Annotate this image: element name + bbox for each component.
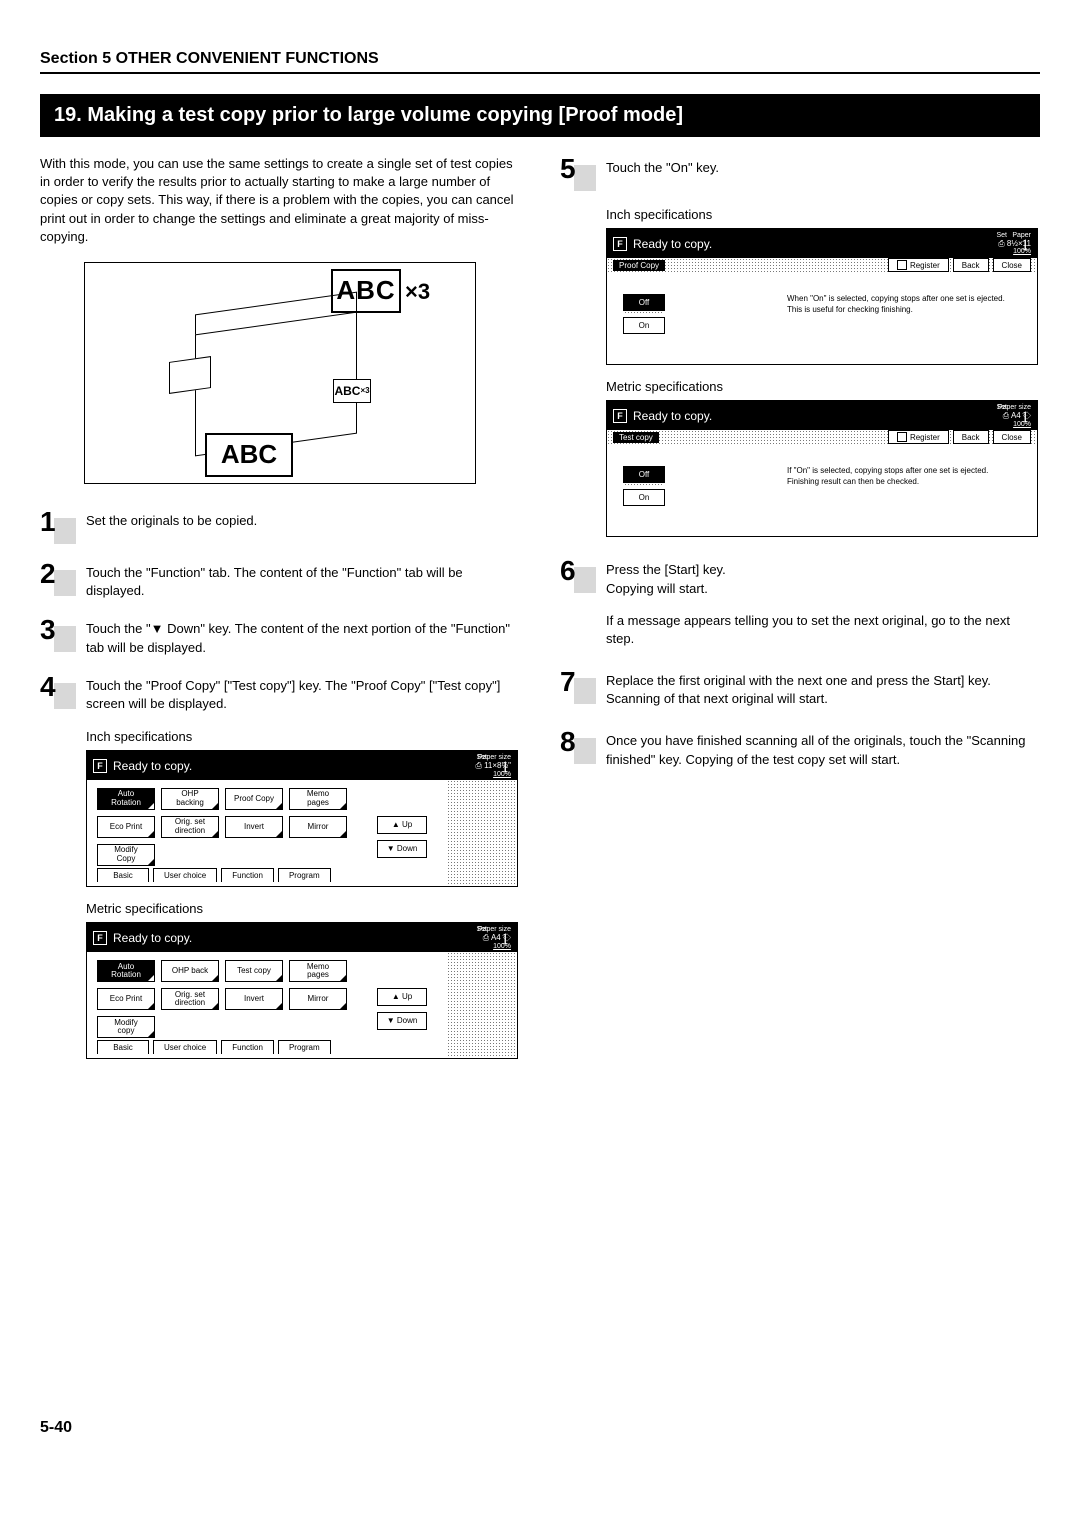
step-3-text: Touch the "▼ Down" key. The content of t… [86, 616, 520, 656]
set-label: Set [476, 926, 487, 933]
step-8-text: Once you have finished scanning all of t… [606, 728, 1040, 768]
tab-program[interactable]: Program [278, 868, 331, 882]
btn-register[interactable]: Register [888, 258, 949, 272]
btn-ohp-backing[interactable]: OHP backing [161, 788, 219, 810]
ready-label: Ready to copy. [633, 237, 712, 251]
fn-icon: F [93, 759, 107, 773]
copy-count: 1 [501, 931, 509, 949]
screen-function-inch: F Ready to copy. Set 1 Paper size ⎙ 11×8… [86, 750, 518, 887]
illus-abc-big: ABC [331, 269, 401, 313]
step-number-1: 1 [40, 508, 76, 536]
screen-testcopy-metric: F Ready to copy. Set 1 Paper size ⎙ A4 ⟐… [606, 400, 1038, 537]
copy-count: 1 [1021, 409, 1029, 427]
inch-spec-label-1: Inch specifications [86, 729, 520, 744]
btn-orig-set[interactable]: Orig. set direction [161, 816, 219, 838]
step-number-3: 3 [40, 616, 76, 644]
screen-proofcopy-inch: F Ready to copy. Set 1 Paper ⎙ 8½×11 100… [606, 228, 1038, 365]
step-2-text: Touch the "Function" tab. The content of… [86, 560, 520, 600]
btn-on[interactable]: On [623, 317, 665, 334]
fn-icon: F [93, 931, 107, 945]
btn-up[interactable]: ▲ Up [377, 988, 427, 1006]
ready-label: Ready to copy. [113, 759, 192, 773]
btn-down[interactable]: ▼ Down [377, 840, 427, 858]
illus-abc-bottom: ABC [205, 433, 293, 477]
illus-x3: ×3 [405, 279, 430, 305]
btn-mirror[interactable]: Mirror [289, 988, 347, 1010]
step-6-text: Press the [Start] key. Copying will star… [606, 557, 1040, 648]
btn-eco-print[interactable]: Eco Print [97, 988, 155, 1010]
btn-auto-rotation[interactable]: Auto Rotation [97, 788, 155, 810]
btn-on[interactable]: On [623, 489, 665, 506]
section-header: Section 5 OTHER CONVENIENT FUNCTIONS [40, 50, 1040, 74]
copy-count: 1 [1021, 237, 1029, 255]
btn-memo-pages[interactable]: Memo pages [289, 788, 347, 810]
btn-up[interactable]: ▲ Up [377, 816, 427, 834]
btn-close[interactable]: Close [993, 258, 1031, 272]
tab-basic[interactable]: Basic [97, 1040, 149, 1054]
mode-label: Proof Copy [613, 260, 665, 271]
copier-illustration: ABC ×3 ABC×3 ABC [84, 262, 476, 484]
step-4-text: Touch the "Proof Copy" ["Test copy"] key… [86, 673, 520, 713]
step-number-2: 2 [40, 560, 76, 588]
register-icon [897, 432, 907, 442]
illus-abc-small: ABC×3 [333, 379, 371, 403]
ready-label: Ready to copy. [113, 931, 192, 945]
btn-proof-copy[interactable]: Proof Copy [225, 788, 283, 810]
set-label: Set [996, 232, 1007, 239]
step-5-text: Touch the "On" key. [606, 155, 1040, 177]
btn-invert[interactable]: Invert [225, 816, 283, 838]
btn-orig-set[interactable]: Orig. set direction [161, 988, 219, 1010]
btn-close[interactable]: Close [993, 430, 1031, 444]
fn-icon: F [613, 237, 627, 251]
ready-label: Ready to copy. [633, 409, 712, 423]
btn-back[interactable]: Back [953, 430, 989, 444]
btn-invert[interactable]: Invert [225, 988, 283, 1010]
hint-text: If "On" is selected, copying stops after… [787, 466, 1017, 487]
set-label: Set [996, 404, 1007, 411]
btn-test-copy[interactable]: Test copy [225, 960, 283, 982]
set-label: Set [476, 754, 487, 761]
step-1-text: Set the originals to be copied. [86, 508, 520, 530]
btn-down[interactable]: ▼ Down [377, 1012, 427, 1030]
step-number-5: 5 [560, 155, 596, 183]
inch-spec-label-2: Inch specifications [606, 207, 1040, 222]
btn-register[interactable]: Register [888, 430, 949, 444]
mode-label: Test copy [613, 432, 659, 443]
copy-count: 1 [501, 759, 509, 777]
register-icon [897, 260, 907, 270]
page-title: 19. Making a test copy prior to large vo… [40, 94, 1040, 137]
step-number-6: 6 [560, 557, 596, 585]
btn-off[interactable]: Off [623, 466, 665, 483]
btn-off[interactable]: Off [623, 294, 665, 311]
intro-paragraph: With this mode, you can use the same set… [40, 155, 520, 246]
btn-mirror[interactable]: Mirror [289, 816, 347, 838]
page-number: 5-40 [40, 1419, 520, 1437]
fn-icon: F [613, 409, 627, 423]
screen-function-metric: F Ready to copy. Set 1 Paper size ⎙ A4 ⟐… [86, 922, 518, 1059]
step-number-7: 7 [560, 668, 596, 696]
btn-memo-pages[interactable]: Memo pages [289, 960, 347, 982]
btn-ohp-back[interactable]: OHP back [161, 960, 219, 982]
tab-function[interactable]: Function [221, 868, 274, 882]
tab-user-choice[interactable]: User choice [153, 1040, 217, 1054]
tab-user-choice[interactable]: User choice [153, 868, 217, 882]
step-number-4: 4 [40, 673, 76, 701]
tab-basic[interactable]: Basic [97, 868, 149, 882]
step-7-text: Replace the first original with the next… [606, 668, 1040, 708]
metric-spec-label-2: Metric specifications [606, 379, 1040, 394]
hint-text: When "On" is selected, copying stops aft… [787, 294, 1017, 315]
btn-auto-rotation[interactable]: Auto Rotation [97, 960, 155, 982]
tab-function[interactable]: Function [221, 1040, 274, 1054]
tab-program[interactable]: Program [278, 1040, 331, 1054]
btn-back[interactable]: Back [953, 258, 989, 272]
metric-spec-label-1: Metric specifications [86, 901, 520, 916]
btn-modify-copy[interactable]: Modify copy [97, 1016, 155, 1038]
btn-eco-print[interactable]: Eco Print [97, 816, 155, 838]
step-number-8: 8 [560, 728, 596, 756]
btn-modify-copy[interactable]: Modify Copy [97, 844, 155, 866]
